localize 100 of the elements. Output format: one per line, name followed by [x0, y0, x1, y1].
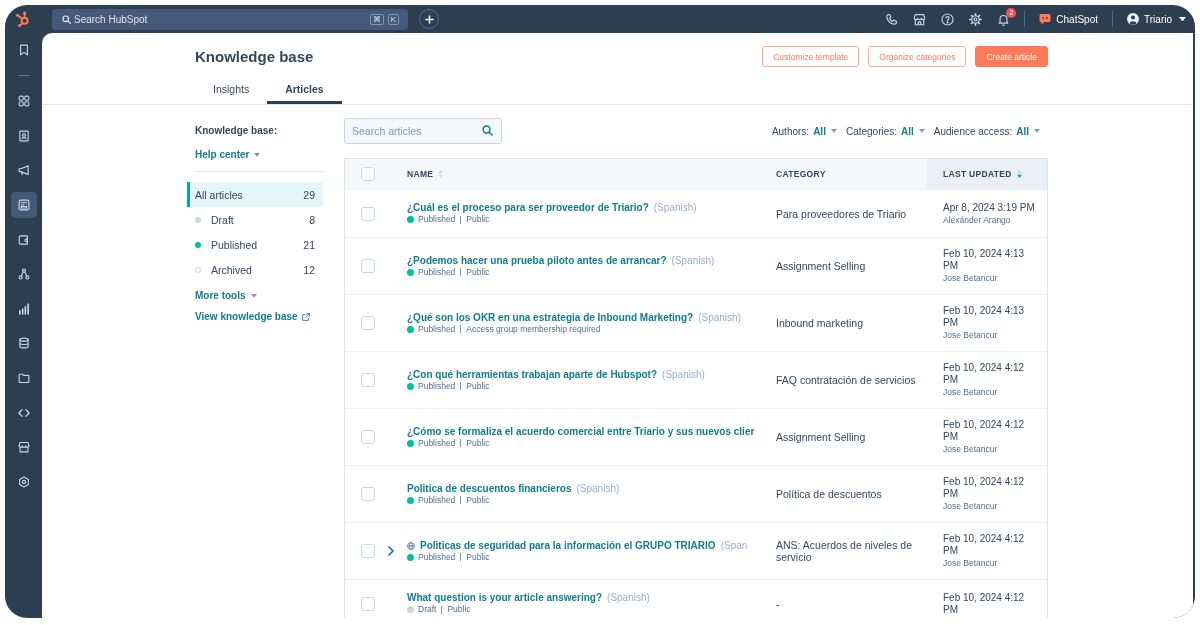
caret-icon — [830, 129, 837, 133]
language-label: (Spanish) — [662, 368, 705, 381]
select-all-checkbox[interactable] — [361, 167, 375, 181]
column-header: CATEGORY — [775, 168, 827, 181]
more-tools-dropdown[interactable]: More tools — [195, 290, 257, 302]
search-icon — [62, 14, 71, 24]
author-name: Jose Betancur — [943, 500, 999, 512]
avatar-icon — [1127, 13, 1140, 25]
header-button[interactable]: Create article — [975, 46, 1048, 67]
wallet-icon — [17, 233, 30, 246]
filter-item[interactable]: Draft 8 — [187, 207, 323, 232]
audience-label: Public — [447, 604, 471, 615]
article-title-link[interactable]: ¿Cuál es el proceso para ser proveedor de Triario? — [407, 202, 649, 214]
category-text: - — [776, 597, 780, 610]
sort-icon — [438, 170, 444, 178]
updated-date: Feb 10, 2024 4:12 PM — [943, 591, 1026, 616]
author-name: Jose Betancur — [943, 272, 999, 284]
header-button[interactable]: Organize categories — [868, 46, 967, 67]
tab[interactable]: Insights — [195, 74, 268, 104]
filter-item[interactable]: Archived 12 — [187, 257, 323, 282]
updated-date: Feb 10, 2024 4:13 PM — [943, 248, 1026, 272]
filter-dropdown[interactable]: All — [901, 125, 925, 137]
filter-label: Categories: — [845, 125, 898, 137]
knowledge-base-dropdown[interactable]: Help center — [195, 149, 261, 161]
row-checkbox[interactable] — [361, 206, 375, 221]
row-checkbox[interactable] — [361, 373, 375, 387]
help-icon[interactable] — [941, 12, 955, 26]
assistant-button[interactable]: ChatSpot — [1039, 13, 1099, 25]
article-title-link[interactable]: ¿Qué son los OKR en una estrategia de Inbound Marketing? — [407, 311, 694, 324]
filter-item[interactable]: Published 21 — [187, 232, 323, 257]
article-title-link[interactable]: What question is your article answering? — [407, 592, 603, 604]
article-title-link[interactable]: Politica de descuentos financieros — [407, 482, 572, 495]
filter-label: Authors: — [771, 125, 810, 137]
caret-icon — [250, 294, 257, 298]
row-checkbox[interactable] — [361, 259, 375, 273]
bookmark-icon — [17, 44, 30, 56]
column-header[interactable]: NAME — [401, 159, 769, 189]
sidebar-heading: Knowledge base: — [195, 125, 278, 137]
language-label: (Spanish) — [607, 592, 650, 604]
settings-icon[interactable] — [969, 12, 983, 26]
status-label: Published — [418, 551, 456, 563]
store-icon[interactable] — [913, 12, 927, 26]
status-label: Published — [418, 266, 456, 278]
audience-label: Public — [466, 494, 490, 506]
sort-descending-icon — [1016, 170, 1022, 178]
row-checkbox[interactable] — [361, 487, 375, 501]
row-checkbox[interactable] — [361, 430, 375, 444]
author-name: Jose Betancur — [943, 557, 999, 569]
phone-icon[interactable] — [885, 12, 899, 26]
code-icon — [17, 406, 30, 419]
store-icon — [17, 441, 30, 454]
header-button[interactable]: Customize template — [762, 46, 860, 67]
category-text: Política de descuentos — [776, 488, 882, 500]
account-menu-button[interactable]: Triario — [1127, 13, 1186, 25]
article-title-link[interactable]: ¿Podemos hacer una prueba piloto antes de arrancar? — [407, 254, 667, 267]
article-title-link[interactable]: ¿Con qué herramientas trabajan aparte de Hubspot? — [407, 368, 658, 381]
hexagon-settings-icon — [17, 475, 30, 488]
search-field[interactable]: Search articles — [344, 118, 502, 144]
sprocket-logo-icon[interactable] — [15, 11, 31, 27]
bell-icon[interactable] — [997, 12, 1011, 26]
article-title-link[interactable]: ¿Cómo se formaliza el acuerdo comercial entre Triario y sus nuevos clier — [407, 425, 755, 438]
author-name: Jose Betancur — [943, 329, 999, 341]
updated-date: Feb 10, 2024 4:12 PM — [943, 533, 1026, 557]
category-text: Para proveedores de Triario — [776, 207, 907, 220]
filter-item[interactable]: All articles 29 — [187, 182, 323, 207]
category-text: Assignment Selling — [776, 431, 866, 443]
filter-dropdown[interactable]: All — [1016, 125, 1040, 137]
audience-label: Public — [466, 214, 490, 225]
author-name: Jose Betancur — [943, 443, 999, 455]
caret-icon — [1034, 129, 1040, 133]
plus-icon — [424, 14, 434, 24]
audience-label: Public — [466, 266, 490, 278]
tab[interactable]: Articles — [267, 74, 342, 104]
language-label: (Spanish) — [653, 202, 697, 214]
chevron-right-icon[interactable] — [388, 546, 394, 556]
row-checkbox[interactable] — [361, 596, 375, 611]
shortcut-key: K — [387, 13, 399, 25]
language-label: (Span — [720, 539, 748, 552]
row-checkbox[interactable] — [361, 316, 375, 330]
page-title: Knowledge base — [195, 47, 314, 67]
audience-label: Access group membership required — [466, 323, 601, 335]
view-knowledge-base-link[interactable]: View knowledge base — [195, 311, 310, 323]
audience-label: Public — [466, 380, 490, 392]
network-icon — [17, 268, 30, 281]
caret-icon — [918, 129, 925, 133]
filter-dropdown[interactable]: All — [813, 125, 837, 137]
column-header[interactable]: LAST UPDATED — [927, 159, 1047, 189]
search-icon — [482, 125, 493, 136]
article-title-link[interactable]: Politicas de seguridad para la información el GRUPO TRIARIO — [420, 539, 716, 552]
folder-icon — [17, 371, 30, 384]
nav-button[interactable] — [10, 191, 37, 218]
category-text: Assignment Selling — [776, 260, 866, 272]
caret-icon — [254, 153, 261, 157]
language-label: (Spanish) — [671, 254, 715, 267]
row-checkbox[interactable] — [361, 544, 375, 558]
updated-date: Apr 8, 2024 3:19 PM — [943, 201, 1036, 214]
language-label: (Spanish) — [698, 311, 741, 324]
status-label: Published — [418, 494, 456, 506]
status-label: Published — [418, 214, 456, 225]
filter-label: Audience access: — [933, 125, 1013, 137]
